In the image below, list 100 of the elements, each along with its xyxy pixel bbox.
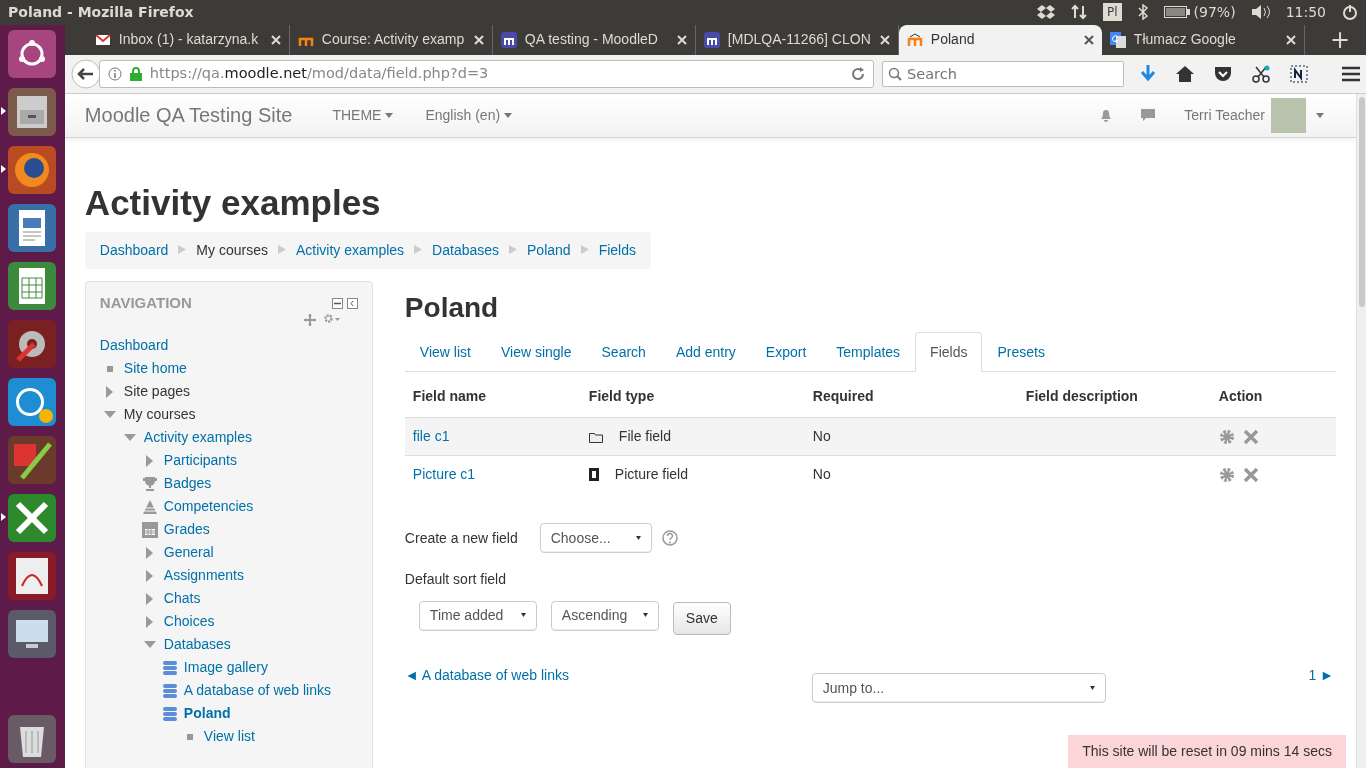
field-name-link[interactable]: file c1 (412, 428, 450, 445)
menu-dropdown[interactable]: THEME (316, 103, 410, 127)
tree-item[interactable]: Assignments (163, 565, 244, 587)
minimize-icon[interactable] (331, 297, 343, 309)
tab[interactable]: Search (586, 332, 661, 373)
collapsed-triangle-icon[interactable] (146, 615, 154, 628)
next-activity-link[interactable]: 1 ► (1308, 665, 1334, 687)
browser-tab[interactable]: Tłumacz Google (1101, 24, 1305, 55)
tree-item[interactable]: Activity examples (143, 427, 252, 449)
delete-icon[interactable] (1242, 428, 1259, 445)
expanded-triangle-icon[interactable] (143, 641, 156, 649)
spreadsheet-icon[interactable] (8, 259, 57, 312)
browser-tab[interactable]: [MDLQA-11266] CLON (695, 24, 899, 55)
tab[interactable]: Presets (982, 332, 1060, 373)
tree-item[interactable]: Poland (183, 703, 231, 725)
pdf-reader-icon[interactable] (8, 549, 57, 602)
download-arrow-icon[interactable] (1140, 64, 1156, 83)
browser-tab[interactable]: Poland (898, 24, 1102, 55)
tree-item[interactable]: Dashboard (99, 335, 169, 357)
document-icon[interactable] (8, 201, 57, 254)
new-tab-button[interactable]: + (1323, 24, 1356, 55)
dock-icon[interactable] (346, 297, 358, 309)
collapsed-triangle-icon[interactable] (106, 385, 114, 398)
dropdown[interactable]: Ascending (550, 600, 659, 631)
tree-item[interactable]: Image gallery (183, 657, 268, 679)
tab[interactable]: Templates (821, 332, 916, 373)
reload-icon[interactable] (851, 66, 865, 81)
collapsed-triangle-icon[interactable] (146, 454, 154, 467)
home-icon[interactable] (1176, 65, 1194, 82)
battery-icon[interactable] (1163, 6, 1190, 19)
caret-icon[interactable] (1316, 112, 1324, 118)
collapsed-triangle-icon[interactable] (146, 546, 154, 559)
breadcrumb-item[interactable]: Dashboard (99, 239, 169, 261)
tab[interactable]: View list (404, 332, 486, 373)
menu-icon[interactable] (1342, 65, 1360, 82)
site-name[interactable]: Moodle QA Testing Site (84, 100, 293, 131)
trash-icon[interactable] (8, 713, 57, 765)
info-icon[interactable] (107, 66, 122, 81)
power-icon[interactable] (1342, 4, 1358, 21)
tab[interactable]: Fields (915, 332, 983, 373)
tree-item[interactable]: A database of web links (183, 680, 331, 702)
scrollbar[interactable] (1356, 93, 1366, 768)
settings-icon[interactable] (1218, 428, 1235, 445)
expanded-triangle-icon[interactable] (103, 411, 116, 419)
browser-tab[interactable]: Course: Activity examp (289, 24, 493, 55)
tree-item[interactable]: Site pages (123, 381, 191, 403)
tree-item[interactable]: Choices (163, 611, 215, 633)
expanded-triangle-icon[interactable] (123, 434, 136, 442)
padlock-icon[interactable] (129, 66, 142, 81)
tree-item[interactable]: Grades (163, 519, 210, 541)
breadcrumb-item[interactable]: Fields (598, 239, 636, 261)
paint-icon[interactable] (8, 433, 57, 486)
tree-item[interactable]: Site home (123, 358, 187, 380)
ubuntu-logo-icon[interactable] (8, 27, 57, 80)
menu-dropdown[interactable]: English (en) (409, 103, 529, 127)
file-cabinet-icon[interactable] (8, 85, 57, 138)
browser-tab[interactable]: QA testing - MoodleD (492, 24, 696, 55)
network-icon[interactable] (1071, 4, 1087, 21)
jump-to-dropdown[interactable]: Jump to... (811, 673, 1106, 704)
save-button[interactable]: Save (672, 602, 731, 636)
tree-item[interactable]: Participants (163, 450, 237, 472)
help-icon[interactable] (661, 530, 678, 547)
dropdown[interactable]: Time added (418, 600, 537, 631)
tab[interactable]: Export (750, 332, 822, 373)
field-name-link[interactable]: Picture c1 (412, 466, 476, 483)
tree-item[interactable]: Chats (163, 588, 201, 610)
browser-tab[interactable]: Inbox (1) - katarzyna.k (86, 24, 290, 55)
search-field[interactable]: Search (882, 60, 1124, 87)
tree-item[interactable]: Databases (163, 634, 231, 656)
dropbox-icon[interactable] (1037, 5, 1055, 20)
monitor-icon[interactable] (8, 607, 57, 660)
tab[interactable]: View single (485, 332, 587, 373)
firefox-icon[interactable] (8, 143, 57, 196)
collapsed-triangle-icon[interactable] (146, 592, 154, 605)
previous-activity-link[interactable]: ◄ A database of web links (404, 665, 569, 687)
tab[interactable]: Add entry (660, 332, 751, 373)
collapsed-triangle-icon[interactable] (146, 569, 154, 582)
delete-icon[interactable] (1242, 466, 1259, 483)
tree-item[interactable]: My courses (123, 404, 196, 426)
scissors-icon[interactable] (1252, 64, 1270, 83)
tree-item[interactable]: Competencies (163, 496, 254, 518)
clock[interactable]: 11:50 (1285, 1, 1326, 23)
speech-bubble-icon[interactable] (1140, 107, 1157, 124)
tree-item[interactable]: Badges (163, 473, 212, 495)
bluetooth-icon[interactable] (1137, 4, 1148, 21)
dropdown[interactable]: Choose... (539, 523, 652, 554)
volume-icon[interactable] (1251, 5, 1270, 20)
pocket-icon[interactable] (1214, 65, 1232, 82)
breadcrumb-item[interactable]: Activity examples (295, 239, 405, 261)
x-logo-icon[interactable] (8, 491, 57, 544)
tree-item[interactable]: View list (203, 726, 255, 748)
keyboard-layout-indicator[interactable]: Pl (1103, 3, 1122, 22)
settings-icon[interactable] (1218, 466, 1235, 483)
close-icon[interactable] (1083, 34, 1094, 45)
n-plus-icon[interactable] (1290, 64, 1308, 83)
breadcrumb-item[interactable]: Databases (432, 239, 500, 261)
user-name[interactable]: Terri Teacher (1184, 104, 1265, 126)
gear-menu-icon[interactable] (323, 314, 340, 325)
move-icon[interactable] (303, 314, 316, 327)
tree-item[interactable]: General (163, 542, 214, 564)
